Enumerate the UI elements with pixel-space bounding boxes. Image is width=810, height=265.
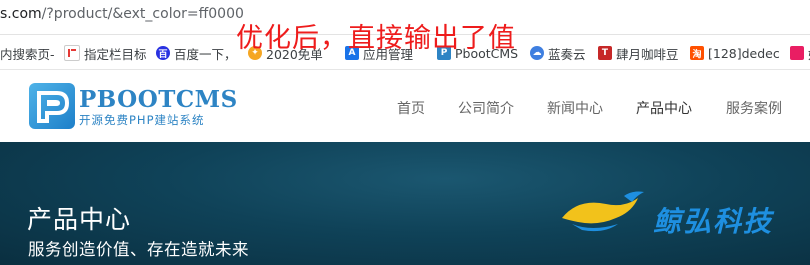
- banner-title: 产品中心: [27, 205, 132, 234]
- pink-icon: [790, 46, 804, 60]
- bookmark-item[interactable]: 淘 [128]dedec: [690, 44, 780, 62]
- nav-item-home[interactable]: 首页: [397, 98, 425, 118]
- url-host: s.com: [0, 6, 42, 22]
- page-banner: 产品中心 服务创造价值、存在造就未来 鲸弘科技: [0, 142, 810, 265]
- whale-logo-icon: [562, 191, 644, 232]
- url-path: /?product/&ext_color=ff0000: [41, 6, 244, 22]
- main-nav: 首页 公司简介 新闻中心 产品中心 服务案例: [0, 98, 810, 118]
- bookmark-item[interactable]: T 肆月咖啡豆: [598, 44, 679, 62]
- bookmark-item[interactable]: 妙: [790, 44, 810, 62]
- bookmark-label: 内搜索页-: [0, 46, 55, 62]
- t-icon: T: [598, 46, 612, 60]
- nav-item-about[interactable]: 公司简介: [458, 98, 514, 118]
- nav-item-products[interactable]: 产品中心: [636, 98, 692, 118]
- nav-item-cases[interactable]: 服务案例: [726, 98, 782, 118]
- bookmark-label: 指定栏目标: [84, 46, 147, 62]
- bookmark-item[interactable]: 指定栏目标: [64, 44, 147, 62]
- taobao-icon: 淘: [690, 46, 704, 60]
- bookmark-page-icon: [64, 45, 80, 61]
- annotation-text: 优化后，直接输出了值: [236, 23, 516, 54]
- cloud-icon: ☁: [530, 46, 544, 60]
- bookmark-item[interactable]: 内搜索页-: [0, 44, 55, 62]
- bookmark-label: 肆月咖啡豆: [616, 46, 679, 62]
- url-text[interactable]: s.com/?product/&ext_color=ff0000: [0, 6, 244, 22]
- nav-item-news[interactable]: 新闻中心: [547, 98, 603, 118]
- bookmark-item[interactable]: 百 百度一下，: [156, 44, 237, 62]
- baidu-icon: 百: [156, 46, 170, 60]
- browser-window: s.com/?product/&ext_color=ff0000 内搜索页- 指…: [0, 0, 810, 265]
- bookmark-label: [128]dedec: [708, 45, 780, 61]
- bookmark-label: 蓝奏云: [548, 46, 586, 62]
- site-header: PBOOTCMS 开源免费PHP建站系统 首页 公司简介 新闻中心 产品中心 服…: [0, 70, 810, 142]
- bookmark-label: 百度一下，: [174, 46, 237, 62]
- bookmark-item[interactable]: ☁ 蓝奏云: [530, 44, 586, 62]
- brand-logo-text: 鲸弘科技: [653, 205, 774, 238]
- banner-subtitle: 服务创造价值、存在造就未来: [28, 240, 249, 259]
